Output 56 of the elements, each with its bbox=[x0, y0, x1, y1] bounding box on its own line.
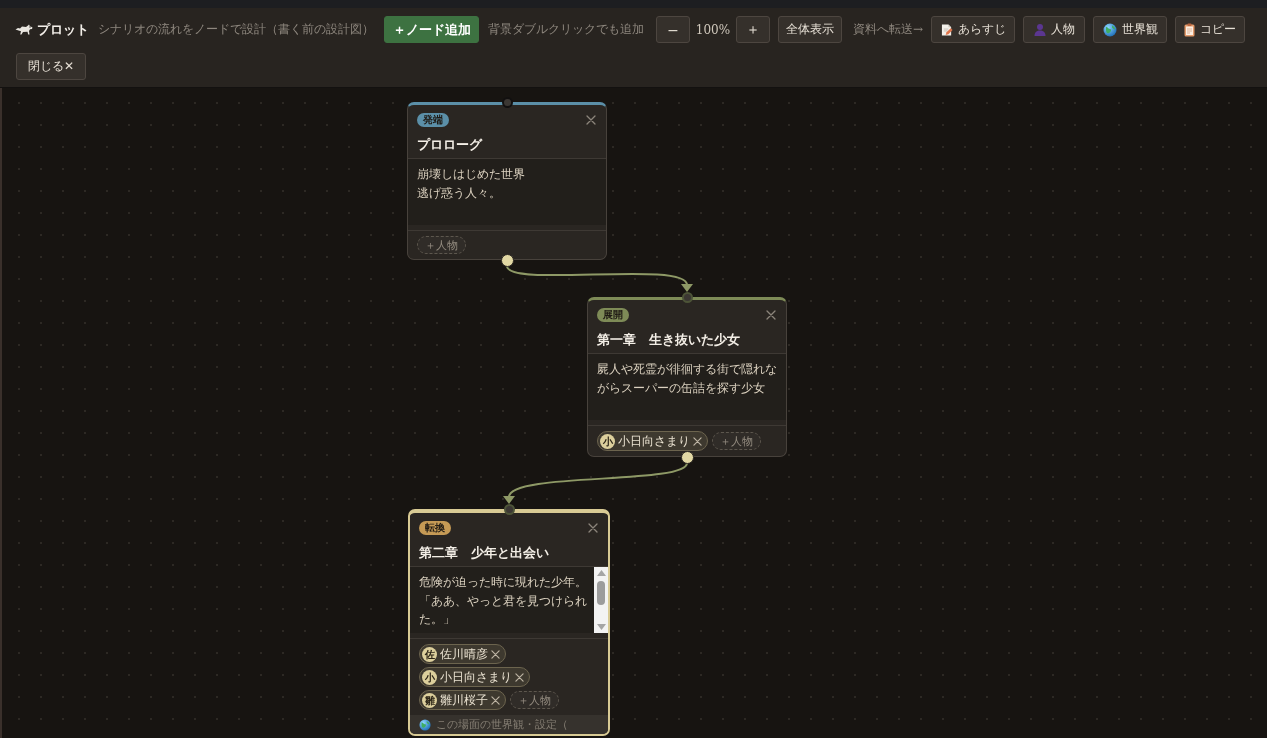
input-port[interactable] bbox=[681, 292, 693, 303]
synopsis-button[interactable]: あらすじ bbox=[931, 16, 1016, 43]
description-text: 崩壊しはじめた世界 bbox=[417, 166, 526, 183]
character-initial: 小 bbox=[600, 433, 615, 449]
add-character-button[interactable]: ＋人物 bbox=[417, 236, 466, 254]
app-subtitle: シナリオの流れをノードで設計（書く前の設計図） bbox=[98, 21, 374, 38]
characters-button[interactable]: 人物 bbox=[1023, 16, 1086, 43]
fit-view-button[interactable]: 全体表示 bbox=[778, 16, 842, 43]
character-name: 雛川桜子 bbox=[440, 692, 488, 708]
remove-icon[interactable] bbox=[693, 436, 702, 446]
description-text: 屍人や死霊が徘徊する街で隠れながらスーパーの缶詰を探す少女 bbox=[597, 361, 777, 397]
globe-icon bbox=[419, 718, 431, 731]
zoom-in-button[interactable]: ＋ bbox=[736, 16, 770, 43]
add-node-button[interactable]: ＋ノード追加 bbox=[384, 16, 479, 43]
copy-button[interactable]: コピー bbox=[1175, 16, 1246, 43]
remove-icon[interactable] bbox=[515, 672, 524, 682]
input-port[interactable] bbox=[501, 97, 513, 108]
input-port[interactable] bbox=[503, 504, 515, 515]
node-card[interactable]: 展開 第一章 生き抜いた少女 屍人や死霊が徘徊する街で隠れながらスーパーの缶詰を探す少女 小 小日向さまり ＋人物 bbox=[587, 297, 787, 457]
node-title: 第一章 生き抜いた少女 bbox=[597, 332, 741, 348]
node-title: プロローグ bbox=[417, 137, 484, 153]
animal-icon bbox=[15, 23, 33, 36]
globe-icon bbox=[1102, 22, 1117, 37]
character-name: 小日向さまり bbox=[618, 433, 690, 449]
character-initial: 小 bbox=[422, 669, 437, 685]
clipboard-icon bbox=[1184, 22, 1196, 37]
remove-icon[interactable] bbox=[491, 695, 500, 705]
character-initial: 雛 bbox=[422, 692, 437, 708]
transfer-label: 資料へ転送→ bbox=[853, 21, 924, 38]
zoom-out-button[interactable]: − bbox=[656, 16, 690, 43]
app-title: プロット bbox=[37, 20, 89, 39]
stage-badge: 転換 bbox=[419, 521, 451, 535]
person-icon bbox=[1033, 23, 1046, 36]
character-name: 佐川晴彦 bbox=[440, 646, 488, 662]
scrollbar-thumb[interactable] bbox=[597, 581, 605, 605]
world-button[interactable]: 世界観 bbox=[1093, 16, 1168, 43]
zoom-level: 100% bbox=[694, 22, 732, 37]
character-name: 小日向さまり bbox=[440, 669, 512, 685]
node-card[interactable]: 転換 第二章 少年と出会い 危険が迫った時に現れた少年。「ああ、やっと君を見つけられた。」 佐 佐川晴彦 小 小日向さまり 雛 雛川桜子 ＋人物 この場面の世界観・設定（ bbox=[408, 509, 610, 736]
add-character-button[interactable]: ＋人物 bbox=[712, 432, 761, 450]
character-initial: 佐 bbox=[422, 646, 437, 662]
close-icon[interactable] bbox=[586, 115, 596, 125]
remove-icon[interactable] bbox=[491, 649, 500, 659]
node-card[interactable]: 発端 プロローグ 崩壊しはじめた世界 逃げ惑う人々。 ＋人物 bbox=[407, 102, 607, 260]
close-icon[interactable] bbox=[766, 310, 776, 320]
description-text: 逃げ惑う人々。 bbox=[417, 184, 502, 202]
scrollbar-track[interactable] bbox=[594, 567, 608, 633]
description-text: 危険が迫った時に現れた少年。「ああ、やっと君を見つけられた。」 bbox=[419, 574, 588, 628]
add-hint-text: 背景ダブルクリックでも追加 bbox=[488, 21, 644, 38]
close-icon[interactable] bbox=[588, 523, 598, 533]
stage-badge: 発端 bbox=[417, 113, 449, 127]
node-title: 第二章 少年と出会い bbox=[419, 545, 550, 561]
stage-badge: 展開 bbox=[597, 308, 629, 322]
close-button[interactable]: 閉じる✕ bbox=[16, 53, 86, 80]
add-character-button[interactable]: ＋人物 bbox=[510, 691, 559, 709]
document-icon bbox=[940, 22, 953, 37]
